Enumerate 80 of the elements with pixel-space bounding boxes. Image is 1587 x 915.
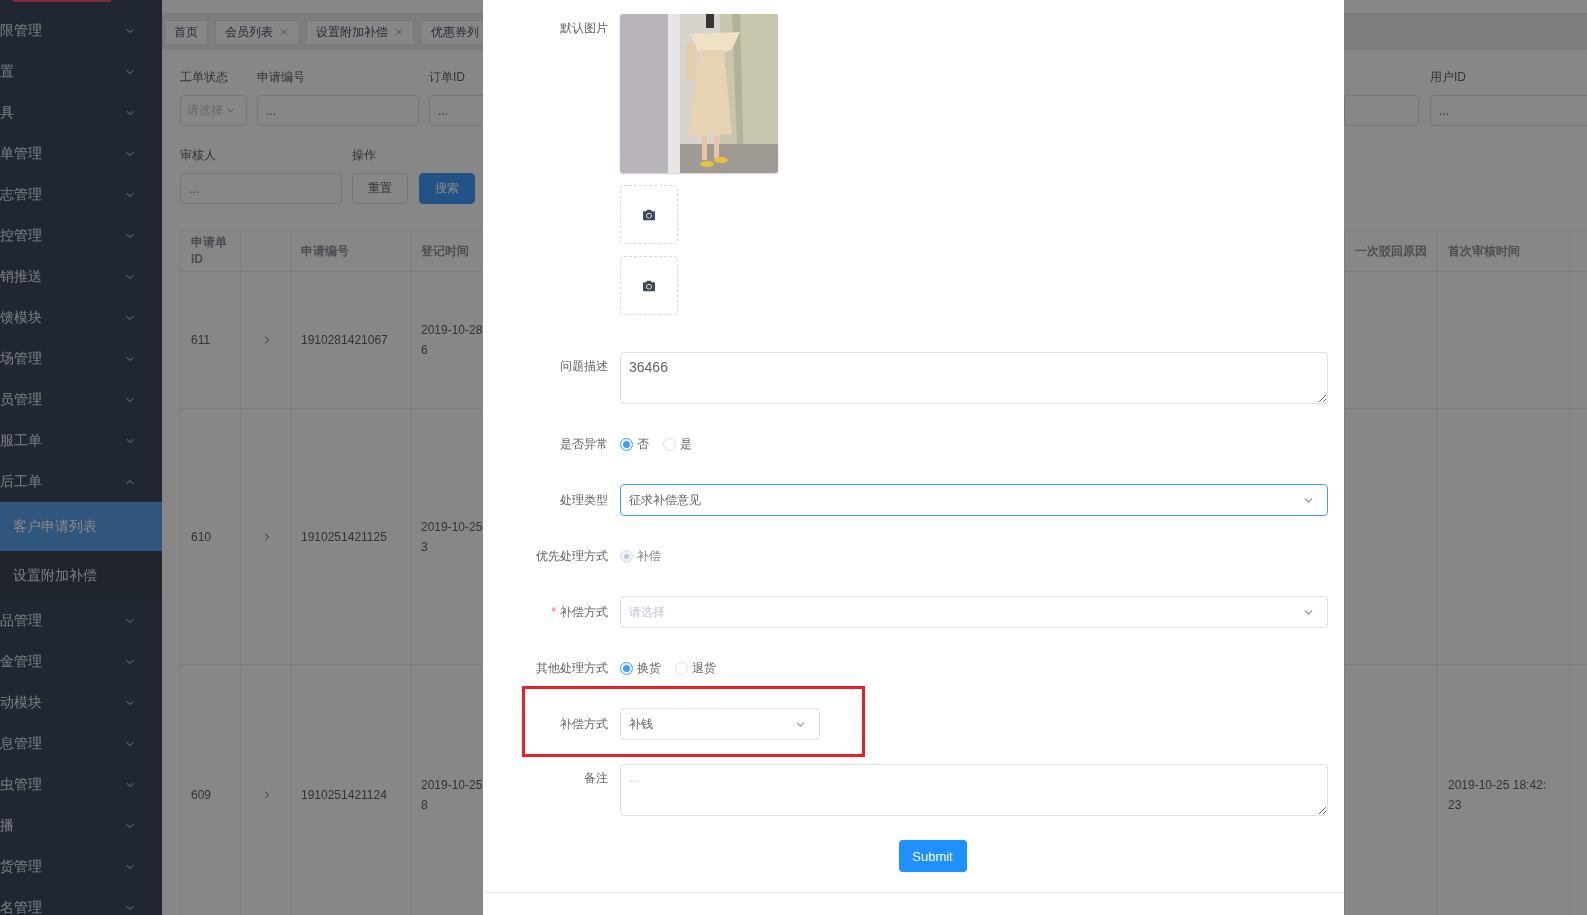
submit-button[interactable]: Submit xyxy=(898,840,967,872)
menu-item[interactable]: 虫管理 xyxy=(0,764,162,805)
menu-item[interactable]: 服工单 xyxy=(0,420,162,461)
form-label: 问题描述 xyxy=(559,358,608,375)
action-button[interactable]: 搜索 xyxy=(419,173,475,204)
column-header: 登记时间 xyxy=(421,242,469,260)
close-icon[interactable] xyxy=(279,27,289,37)
select-field[interactable]: 征求补偿意见 xyxy=(620,484,1328,516)
text-area[interactable]: 36466 xyxy=(620,352,1328,404)
input-field[interactable]: ... xyxy=(429,95,483,126)
page-tab[interactable]: 设置附加补偿 xyxy=(306,19,414,45)
input-field[interactable]: ... xyxy=(257,95,419,126)
submenu-item[interactable]: 客户申请列表 xyxy=(0,502,162,551)
action-button[interactable]: 重置 xyxy=(352,173,408,204)
filter-label: 用户ID xyxy=(1430,70,1467,85)
menu-item[interactable]: 馈模块 xyxy=(0,297,162,338)
form-label: 处理类型 xyxy=(559,492,608,509)
column-header: 首次审核时间 xyxy=(1448,242,1520,260)
form-label: 补偿方式 xyxy=(559,716,608,733)
camera-icon xyxy=(643,208,655,221)
table-cell-text: 2019-10-25 18:42: 23 xyxy=(1448,776,1547,814)
form-label: 默认图片 xyxy=(559,20,608,37)
menu-item[interactable]: 播 xyxy=(0,805,162,846)
form-label: 是否异常 xyxy=(559,436,608,453)
radio-label: 否 xyxy=(637,435,649,453)
table-cell-text: 1910251421124 xyxy=(301,786,387,804)
radio-label: 退货 xyxy=(692,659,716,677)
table-cell-text: 609 xyxy=(191,786,212,804)
upload-slot[interactable] xyxy=(620,185,678,244)
menu-item[interactable]: 限管理 xyxy=(0,10,162,51)
radio-label: 补偿 xyxy=(637,547,661,565)
table-cell-text: 611 xyxy=(191,332,211,349)
table-cell-text: 2019-10-28 6 xyxy=(421,322,483,359)
menu-item[interactable]: 志管理 xyxy=(0,174,162,215)
menu-item[interactable]: 金管理 xyxy=(0,641,162,682)
filter-label: 工单状态 xyxy=(180,70,229,85)
upload-slot[interactable] xyxy=(620,256,678,315)
menu-item[interactable]: 息管理 xyxy=(0,723,162,764)
radio-label: 是 xyxy=(680,435,692,453)
form-label: * 补偿方式 xyxy=(550,604,608,621)
text-area[interactable]: ... xyxy=(620,764,1328,816)
radio-button[interactable] xyxy=(620,437,633,451)
menu-item[interactable]: 名管理 xyxy=(0,887,162,915)
menu-item[interactable]: 单管理 xyxy=(0,133,162,174)
menu-item[interactable]: 动模块 xyxy=(0,682,162,723)
select-field[interactable]: 补钱 xyxy=(620,708,820,740)
menu-item[interactable]: 具 xyxy=(0,92,162,133)
table-cell-text: 2019-10-25 3 xyxy=(421,518,483,556)
filter-label: 订单ID xyxy=(429,70,466,85)
form-label: 优先处理方式 xyxy=(535,548,608,565)
filter-label: 申请编号 xyxy=(257,70,306,85)
table-cell-text: 610 xyxy=(191,528,212,546)
menu-item[interactable]: 后工单 xyxy=(0,461,162,502)
radio-label: 换货 xyxy=(637,659,661,677)
menu-item[interactable]: 置 xyxy=(0,51,162,92)
submenu-item[interactable]: 设置附加补偿 xyxy=(0,551,162,600)
table-cell-text: 1910281421067 xyxy=(301,332,388,349)
menu-item[interactable]: 品管理 xyxy=(0,600,162,641)
menu-item[interactable]: 货管理 xyxy=(0,846,162,887)
form-label: 备注 xyxy=(583,770,608,787)
table-cell-text: 1910251421125 xyxy=(301,528,387,546)
input-field[interactable]: ... xyxy=(1430,95,1587,126)
radio-button[interactable] xyxy=(620,661,633,675)
menu-item[interactable]: 员管理 xyxy=(0,379,162,420)
page-tab[interactable]: 会员列表 xyxy=(215,19,299,45)
menu-item[interactable]: 销推送 xyxy=(0,256,162,297)
menu-item[interactable]: 场管理 xyxy=(0,338,162,379)
column-header: 申请单 ID xyxy=(191,234,227,268)
table-cell-text: 2019-10-25 8 xyxy=(421,776,483,814)
menu-item[interactable]: 控管理 xyxy=(0,215,162,256)
column-header: 申请编号 xyxy=(301,242,349,260)
input-field[interactable]: ... xyxy=(180,173,342,204)
camera-icon xyxy=(643,279,655,292)
form-label: 其他处理方式 xyxy=(535,660,608,677)
input-field[interactable] xyxy=(1344,95,1419,126)
filter-label: 操作 xyxy=(352,148,377,163)
page-tab[interactable]: 首页 xyxy=(164,19,208,45)
close-icon[interactable] xyxy=(394,27,404,37)
column-header: 一次驳回原因 xyxy=(1355,242,1427,260)
filter-label: 审核人 xyxy=(180,148,217,163)
